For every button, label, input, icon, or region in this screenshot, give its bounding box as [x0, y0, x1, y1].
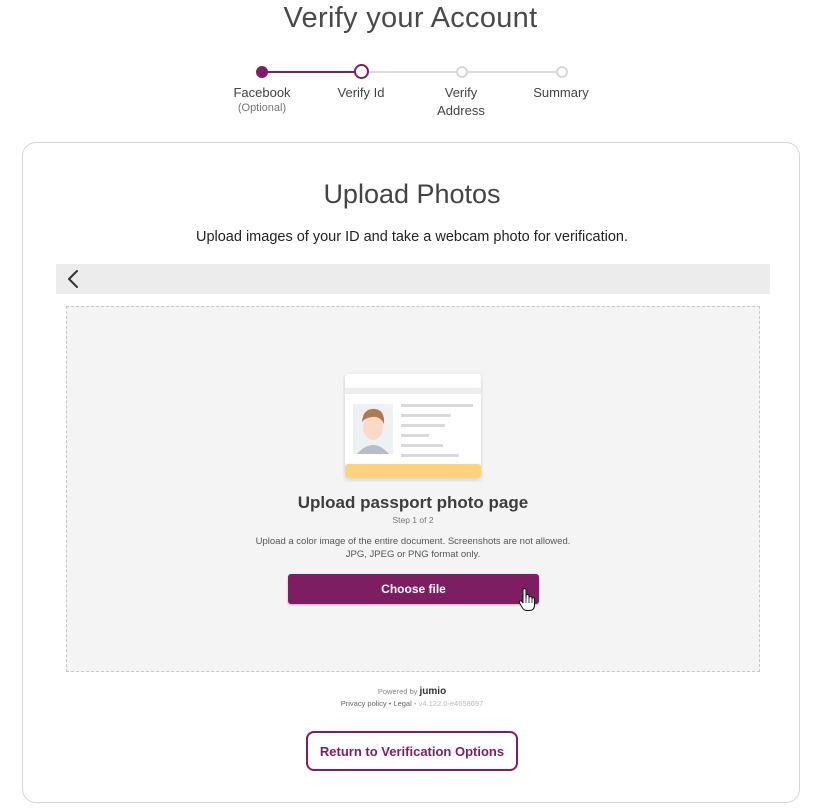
passport-id-card-icon [345, 374, 481, 478]
step-label-text: Facebook [233, 85, 291, 100]
upload-description: Upload a color image of the entire docum… [255, 536, 571, 560]
separator: • [413, 699, 417, 708]
navigation-bar [56, 264, 770, 294]
upload-step-indicator: Step 1 of 2 [392, 515, 434, 525]
card-title: Upload Photos [323, 179, 501, 209]
legal-link[interactable]: Legal [393, 699, 411, 708]
step-dot-verify-id [354, 64, 369, 79]
step-connector-completed [262, 71, 362, 73]
step-dot-summary [556, 66, 568, 78]
step-dot-verify-address [456, 66, 468, 78]
upload-dropzone[interactable]: Upload passport photo page Step 1 of 2 U… [66, 306, 760, 672]
step-label-facebook: Facebook (Optional) [207, 84, 317, 114]
choose-file-button[interactable]: Choose file [288, 574, 539, 604]
step-sublabel: (Optional) [237, 102, 287, 114]
chevron-left-icon[interactable] [64, 269, 84, 289]
step-label-summary: Summary [533, 85, 589, 100]
jumio-logo: jumio [419, 686, 447, 697]
hand-pointer-cursor-icon [518, 588, 535, 611]
step-dot-facebook [256, 66, 268, 78]
powered-by-text: Powered by [377, 687, 418, 696]
page-title: Verify your Account [283, 2, 538, 34]
return-to-verification-options-button[interactable]: Return to Verification Options [306, 731, 518, 771]
separator: • [388, 699, 392, 708]
upload-card: Upload Photos Upload images of your ID a… [22, 142, 800, 803]
step-label-verify-id: Verify Id [337, 85, 385, 100]
powered-by-footer: Powered by jumio [23, 686, 801, 697]
card-subtitle: Upload images of your ID and take a webc… [195, 229, 628, 245]
upload-title: Upload passport photo page [297, 493, 529, 512]
privacy-policy-link[interactable]: Privacy policy [341, 699, 387, 708]
legal-links: Privacy policy • Legal • v4.122.0-e46586… [23, 699, 801, 708]
version-text: v4.122.0-e4658697 [418, 699, 484, 708]
step-label-verify-address: Verify Address [437, 85, 485, 118]
progress-stepper: Facebook (Optional) Verify Id Verify Add… [0, 60, 821, 120]
